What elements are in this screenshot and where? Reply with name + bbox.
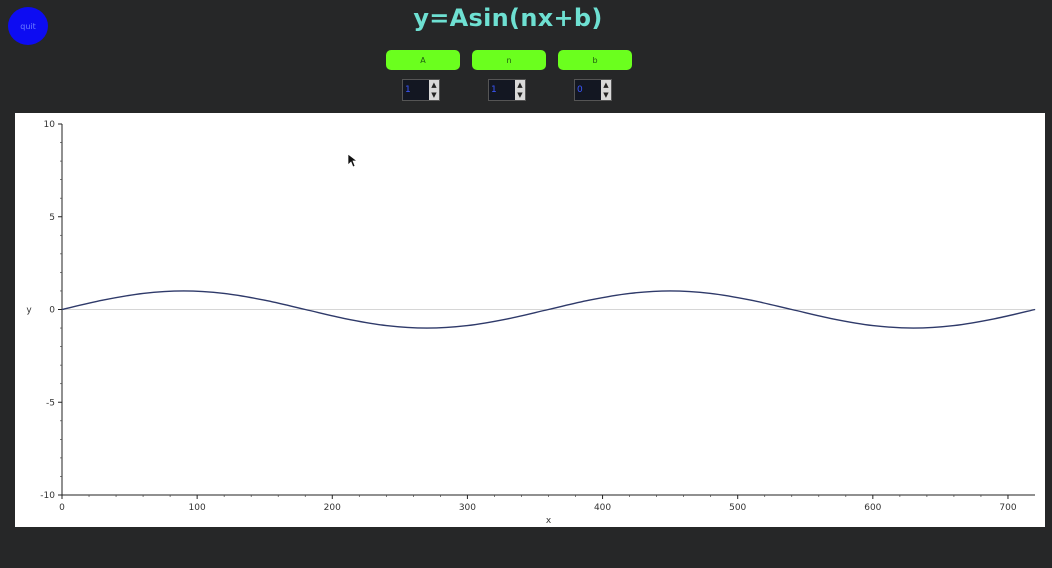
y-tick-label: 10 xyxy=(44,120,56,130)
y-tick-label: 0 xyxy=(49,306,55,316)
x-tick-label: 200 xyxy=(324,503,341,513)
chevron-up-icon[interactable]: ▲ xyxy=(517,80,522,90)
x-tick-label: 100 xyxy=(189,503,206,513)
sine-data-point xyxy=(223,292,225,295)
param-button-a-label: A xyxy=(420,55,426,65)
sine-data-point xyxy=(953,324,955,327)
param-stepper-a[interactable]: ▲ ▼ xyxy=(429,80,439,100)
sine-data-point xyxy=(304,308,306,311)
sine-data-point xyxy=(831,318,833,320)
param-spinbox-a[interactable]: ▲ ▼ xyxy=(402,79,440,101)
x-tick-label: 600 xyxy=(864,503,881,513)
chevron-down-icon[interactable]: ▼ xyxy=(431,90,436,100)
y-tick-label: -10 xyxy=(40,491,55,501)
sine-data-point xyxy=(466,324,469,327)
y-axis-label: y xyxy=(26,306,32,316)
sine-chart[interactable]: 0 100 200 300 400 500 600 700 -10 -5 0 5 10 x y xyxy=(15,113,1045,527)
sine-data-point xyxy=(669,290,671,292)
sine-data-point xyxy=(588,299,590,301)
chevron-down-icon[interactable]: ▼ xyxy=(517,90,522,100)
param-spinbox-b[interactable]: ▲ ▼ xyxy=(574,79,612,101)
param-button-n[interactable]: n xyxy=(472,50,546,70)
y-tick-label: -5 xyxy=(46,398,55,408)
sine-data-point xyxy=(264,299,266,301)
param-button-n-label: n xyxy=(506,55,512,65)
param-button-b[interactable]: b xyxy=(558,50,632,70)
sine-data-point xyxy=(61,308,63,311)
param-button-a[interactable]: A xyxy=(386,50,460,70)
chevron-down-icon[interactable]: ▼ xyxy=(603,90,608,100)
sine-data-point xyxy=(183,290,185,292)
sine-data-point xyxy=(1034,308,1036,311)
param-input-b[interactable] xyxy=(575,80,601,100)
sine-data-point xyxy=(791,308,793,311)
sine-data-point xyxy=(710,292,712,295)
x-axis-label: x xyxy=(546,516,552,526)
sine-data-point xyxy=(385,324,387,327)
sine-data-point xyxy=(345,318,347,320)
param-button-b-label: b xyxy=(592,55,598,65)
sine-data-point xyxy=(142,292,144,295)
plot-area[interactable]: 0 100 200 300 400 500 600 700 -10 -5 0 5 10 x y xyxy=(15,113,1045,527)
sine-data-point xyxy=(507,318,509,320)
app-window: quit y=Asin(nx+b) A n b ▲ ▼ ▲ ▼ ▲ ▼ 0100… xyxy=(0,0,1052,568)
sine-data-point xyxy=(426,327,428,329)
sine-data-point xyxy=(993,318,996,320)
param-stepper-b[interactable]: ▲ ▼ xyxy=(601,80,611,100)
sine-data-point xyxy=(872,324,874,327)
param-spinbox-n[interactable]: ▲ ▼ xyxy=(488,79,526,101)
param-stepper-n[interactable]: ▲ ▼ xyxy=(515,80,525,100)
sine-data-point xyxy=(912,327,914,329)
sine-data-point xyxy=(628,292,631,295)
param-input-a[interactable] xyxy=(403,80,429,100)
page-title: y=Asin(nx+b) xyxy=(413,4,603,32)
x-tick-label: 700 xyxy=(999,503,1016,513)
chevron-up-icon[interactable]: ▲ xyxy=(603,80,608,90)
x-tick-label: 300 xyxy=(459,503,476,513)
x-tick-label: 400 xyxy=(594,503,611,513)
x-tick-label: 0 xyxy=(59,503,65,513)
chevron-up-icon[interactable]: ▲ xyxy=(431,80,436,90)
sine-data-point xyxy=(547,308,550,311)
param-input-n[interactable] xyxy=(489,80,515,100)
x-tick-label: 500 xyxy=(729,503,746,513)
y-tick-label: 5 xyxy=(49,213,55,223)
sine-data-point xyxy=(750,299,752,301)
sine-data-point xyxy=(101,299,104,301)
